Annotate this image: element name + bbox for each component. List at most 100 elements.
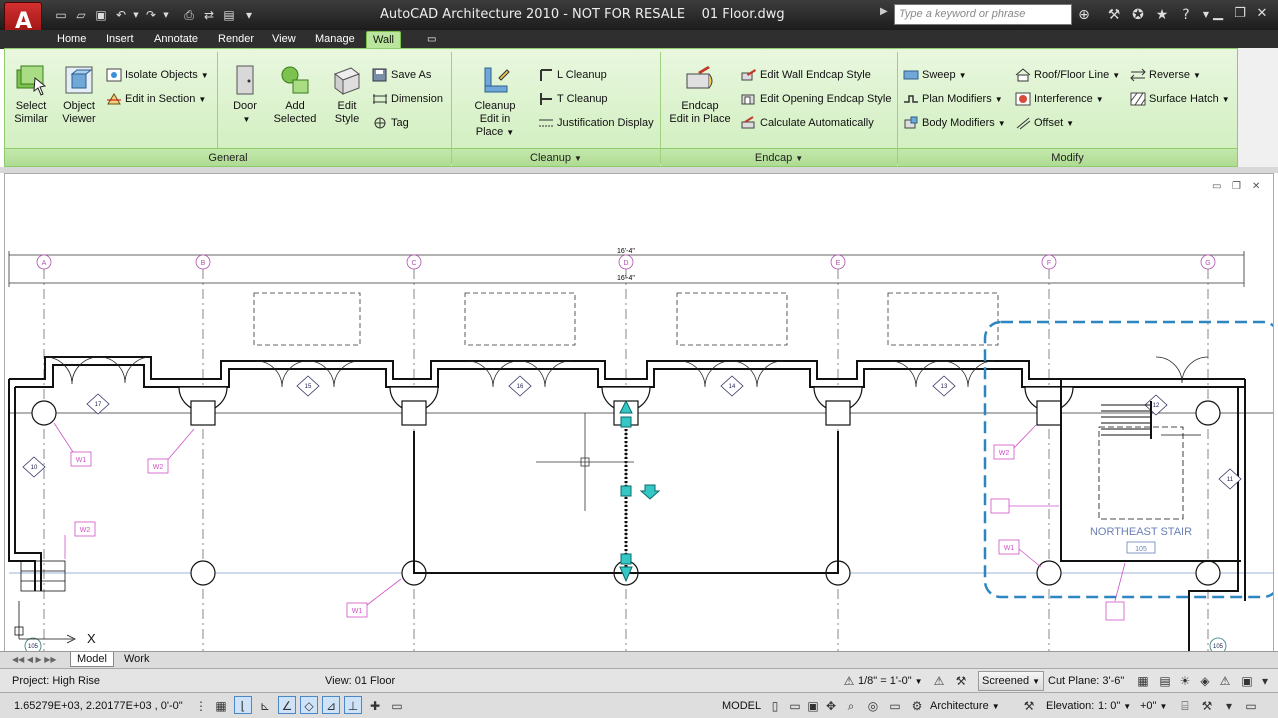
tab-nav-first-icon[interactable]: ◀◀ ◀ ▶ ▶▶	[6, 652, 63, 667]
plan-modifiers-button[interactable]: Plan Modifiers ▼	[903, 91, 1003, 107]
annotation-scale-value[interactable]: 1/8" = 1'-0" ▼	[858, 673, 923, 690]
osnap-icon[interactable]: ◇	[300, 696, 318, 714]
tab-home[interactable]: Home	[51, 31, 92, 48]
tab-work[interactable]: Work	[118, 652, 155, 667]
light-bulb-icon[interactable]: ☀	[1176, 671, 1194, 689]
workspace-dropdown[interactable]: Architecture ▼	[930, 698, 1000, 715]
edit-in-section-button[interactable]: Edit in Section ▼	[106, 91, 206, 107]
object-viewer-button[interactable]: Object Viewer	[56, 64, 102, 126]
publish-icon[interactable]: ⇄	[200, 6, 218, 24]
status-menu-icon[interactable]: ▾	[1256, 671, 1274, 689]
panel-title-endcap[interactable]: Endcap ▼	[661, 148, 897, 166]
isolate-icon[interactable]: ◈	[1196, 671, 1214, 689]
model-layout-icon[interactable]: ▣	[804, 696, 822, 714]
endcap-edit-in-place-button[interactable]: Endcap Edit in Place	[668, 64, 732, 126]
communication-center-icon[interactable]: ✪	[1128, 5, 1148, 25]
zoom-icon[interactable]: ⌕	[842, 696, 860, 714]
panel-title-cleanup[interactable]: Cleanup ▼	[452, 148, 660, 166]
interference-button[interactable]: Interference ▼	[1015, 91, 1104, 107]
ortho-icon[interactable]: ⊾	[256, 696, 274, 714]
layout-list-icon[interactable]: ▭	[786, 696, 804, 714]
binoculars-icon[interactable]: ⊕	[1074, 5, 1094, 25]
tools-icon[interactable]: ⚒	[1198, 696, 1216, 714]
roof-floor-line-button[interactable]: Roof/Floor Line ▼	[1015, 67, 1120, 83]
tab-wall[interactable]: Wall	[366, 31, 401, 48]
workspace-switch-icon[interactable]: ⚙	[908, 696, 926, 714]
subscription-icon[interactable]: ⚒	[1104, 5, 1124, 25]
tab-manage[interactable]: Manage	[309, 31, 361, 48]
justification-display-button[interactable]: Justification Display	[538, 115, 654, 131]
surface-hatch-toggle-icon[interactable]: ▦	[1134, 671, 1152, 689]
dimension-button[interactable]: Dimension	[372, 91, 443, 107]
annotation-scale-icon[interactable]: ⚠	[840, 671, 858, 689]
panel-title-modify[interactable]: Modify	[898, 148, 1237, 166]
add-selected-button[interactable]: Add Selected	[270, 64, 320, 126]
lineweight-icon[interactable]: ▭	[388, 696, 406, 714]
otrack-icon[interactable]: ⊿	[322, 696, 340, 714]
door-button[interactable]: Door ▼	[226, 64, 264, 126]
elevation-icon[interactable]: ⌸	[1176, 696, 1194, 714]
infer-constraints-icon[interactable]: ⋮	[192, 696, 210, 714]
minimize-icon[interactable]: ▁	[1208, 5, 1228, 23]
elevation-offset[interactable]: +0" ▼	[1140, 698, 1167, 715]
redo-dropdown-icon[interactable]: ▼	[162, 6, 170, 24]
close-icon[interactable]: ✕	[1252, 5, 1272, 23]
model-space-toggle[interactable]: MODEL	[722, 698, 761, 714]
steering-wheel-icon[interactable]: ◎	[864, 696, 882, 714]
showmotion-icon[interactable]: ▭	[886, 696, 904, 714]
t-cleanup-button[interactable]: T Cleanup	[538, 91, 608, 107]
grid-icon[interactable]: ▦	[212, 696, 230, 714]
edit-opening-endcap-style-button[interactable]: Edit Opening Endcap Style	[741, 91, 891, 107]
drawing-canvas[interactable]: 16'-4" 16'-4" A B C D E F G 17 15 16 14 …	[4, 173, 1274, 652]
search-input[interactable]: Type a keyword or phrase	[894, 4, 1072, 25]
elevation-value[interactable]: 1: 0" ▼	[1098, 698, 1131, 715]
viewport-minimize-icon[interactable]: ▭	[1212, 181, 1221, 192]
display-config-dropdown[interactable]: Screened ▼	[978, 671, 1044, 691]
viewport-close-icon[interactable]: ✕	[1252, 181, 1260, 192]
properties-icon[interactable]: ▤	[220, 6, 238, 24]
edit-wall-endcap-style-button[interactable]: Edit Wall Endcap Style	[741, 67, 871, 83]
render-icon[interactable]: ▣	[1238, 671, 1256, 689]
select-similar-button[interactable]: Select Similar	[8, 64, 54, 126]
annotation-visibility-icon[interactable]: ⚠	[930, 671, 948, 689]
tab-model[interactable]: Model	[70, 652, 114, 667]
polar-icon[interactable]: ∠	[278, 696, 296, 714]
clean-screen-icon[interactable]: ▭	[1242, 696, 1260, 714]
tab-view[interactable]: View	[266, 31, 302, 48]
workspace-settings-icon[interactable]: ⚒	[1020, 696, 1038, 714]
reverse-button[interactable]: Reverse ▼	[1130, 67, 1201, 83]
surface-hatch-button[interactable]: Surface Hatch ▼	[1130, 91, 1230, 107]
tab-render[interactable]: Render	[212, 31, 260, 48]
new-icon[interactable]: ▭	[52, 6, 70, 24]
edit-style-button[interactable]: Edit Style	[326, 64, 368, 126]
warning-icon[interactable]: ⚠	[1216, 671, 1234, 689]
tab-annotate[interactable]: Annotate	[148, 31, 204, 48]
undo-icon[interactable]: ↶	[112, 6, 130, 24]
snap-icon[interactable]: ⌊	[234, 696, 252, 714]
ducs-icon[interactable]: ⊥	[344, 696, 362, 714]
tag-button[interactable]: Tag	[372, 115, 409, 131]
calculate-automatically-button[interactable]: Calculate Automatically	[741, 115, 874, 131]
body-modifiers-button[interactable]: Body Modifiers ▼	[903, 115, 1006, 131]
ribbon-minimize-icon[interactable]: ▭	[421, 31, 442, 48]
restore-icon[interactable]: ❐	[1230, 5, 1250, 23]
isolate-objects-button[interactable]: Isolate Objects ▼	[106, 67, 209, 83]
layout-icon[interactable]: ▯	[766, 696, 784, 714]
panel-title-general[interactable]: General	[5, 148, 451, 166]
undo-dropdown-icon[interactable]: ▼	[132, 6, 140, 24]
coordinates-readout[interactable]: 1.65279E+03, 2.20177E+03 , 0'-0"	[14, 698, 183, 714]
save-as-button[interactable]: Save As	[372, 67, 431, 83]
auto-scale-icon[interactable]: ⚒	[952, 671, 970, 689]
l-cleanup-button[interactable]: L Cleanup	[538, 67, 607, 83]
favorites-star-icon[interactable]: ★	[1152, 5, 1172, 25]
selected-wall[interactable]	[619, 399, 661, 583]
status-tray-icon[interactable]: ▾	[1220, 696, 1238, 714]
redo-icon[interactable]: ↷	[142, 6, 160, 24]
viewport-restore-icon[interactable]: ❐	[1232, 181, 1241, 192]
tab-insert[interactable]: Insert	[100, 31, 140, 48]
search-expand-icon[interactable]: ▶	[880, 6, 888, 17]
cut-plane-label[interactable]: Cut Plane: 3'-6"	[1048, 673, 1124, 689]
plot-icon[interactable]: ⎙	[180, 6, 198, 24]
cleanup-edit-in-place-button[interactable]: Cleanup Edit in Place ▼	[460, 64, 530, 139]
help-icon[interactable]: ?	[1176, 5, 1196, 25]
